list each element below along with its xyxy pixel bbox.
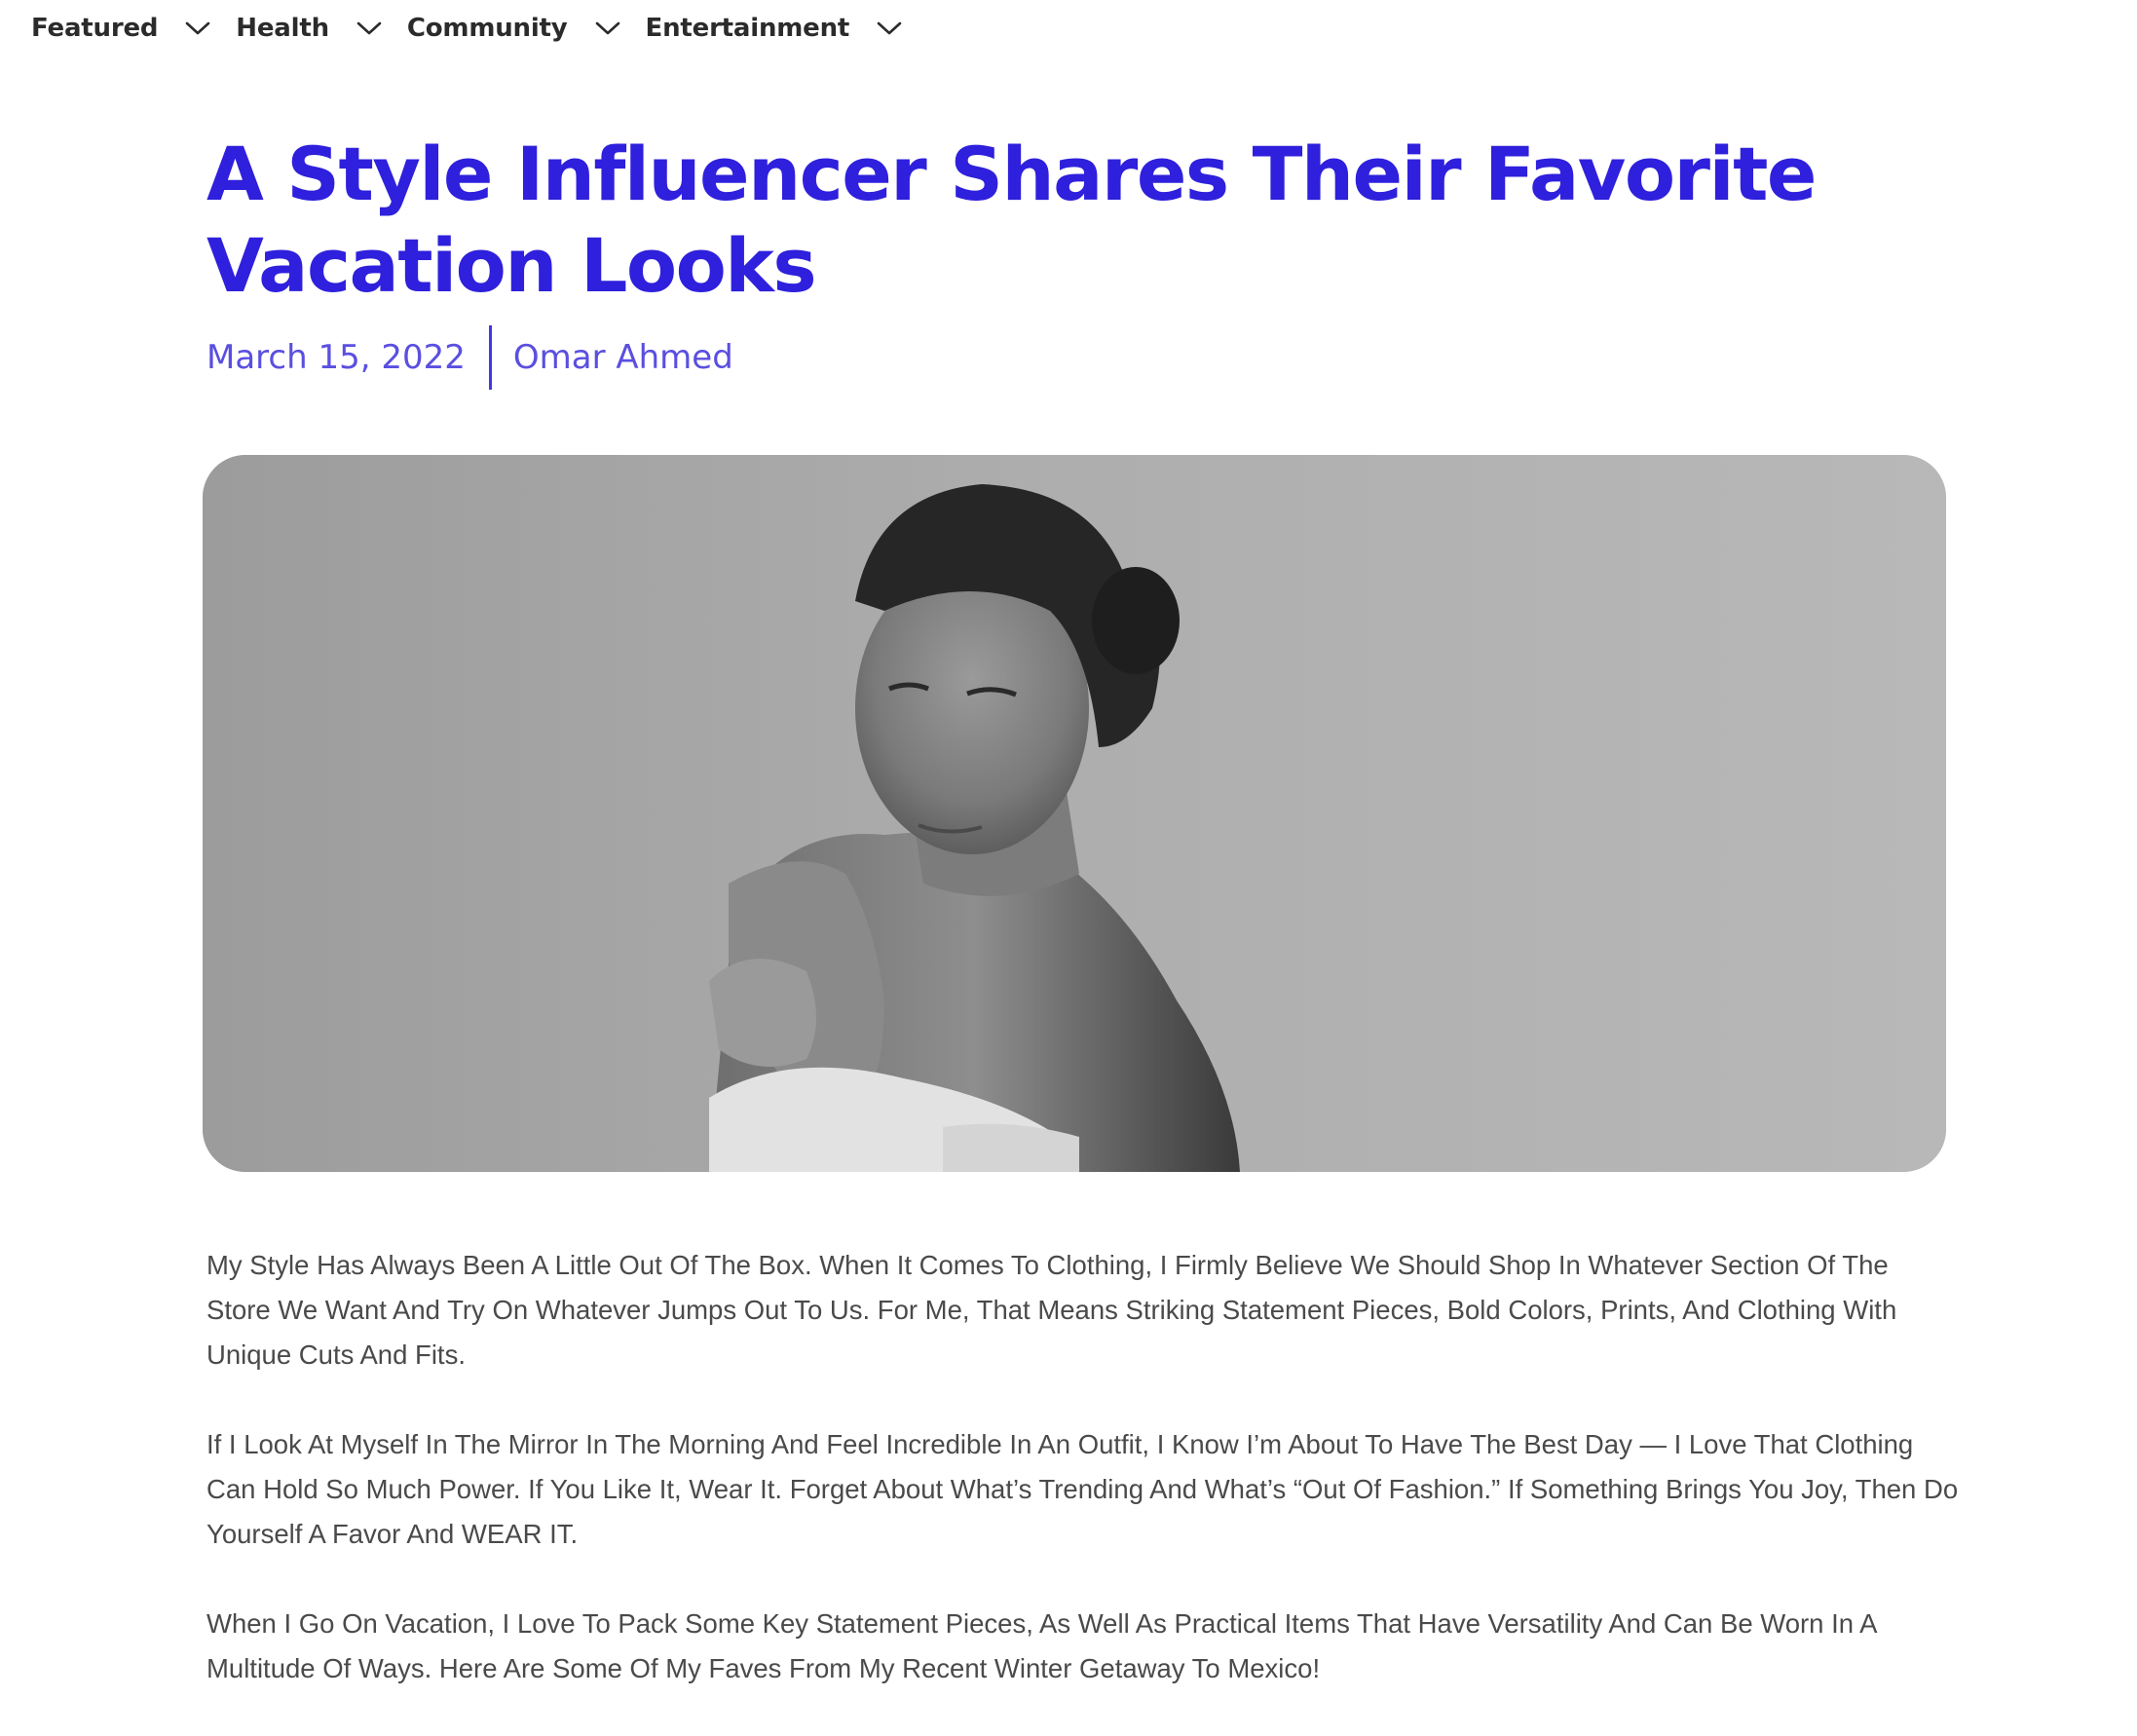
hero-image <box>203 455 1946 1172</box>
article-paragraph: When I Go On Vacation, I Love To Pack So… <box>206 1608 1876 1683</box>
chevron-down-icon[interactable] <box>877 20 902 36</box>
article-title: A Style Influencer Shares Their Favorite… <box>206 131 1817 309</box>
nav-item-entertainment[interactable]: Entertainment <box>646 14 903 43</box>
article-header: A Style Influencer Shares Their Favorite… <box>206 129 1950 390</box>
author-name[interactable]: Omar Ahmed <box>513 338 733 377</box>
publish-date: March 15, 2022 <box>206 338 466 377</box>
article-paragraph: If I Look At Myself In The Mirror In The… <box>206 1429 1959 1549</box>
article-body: My Style Has Always Been A Little Out Of… <box>206 1243 1960 1736</box>
nav-item-label: Entertainment <box>645 14 850 43</box>
nav-item-community[interactable]: Community <box>407 14 620 43</box>
meta-divider <box>488 325 492 390</box>
chevron-down-icon[interactable] <box>356 20 382 36</box>
chevron-down-icon[interactable] <box>595 20 620 36</box>
hero-photo <box>203 455 1946 1172</box>
article-paragraph: My Style Has Always Been A Little Out Of… <box>206 1250 1897 1370</box>
nav-item-label: Featured <box>31 14 159 43</box>
chevron-down-icon[interactable] <box>185 20 210 36</box>
nav-item-featured[interactable]: Featured <box>31 14 210 43</box>
nav-item-health[interactable]: Health <box>236 14 382 43</box>
nav-item-label: Health <box>236 14 329 43</box>
article-meta: March 15, 2022 Omar Ahmed <box>206 325 1950 390</box>
nav-item-label: Community <box>406 14 568 43</box>
main-nav: Featured Health Community Entertainment <box>31 8 927 49</box>
